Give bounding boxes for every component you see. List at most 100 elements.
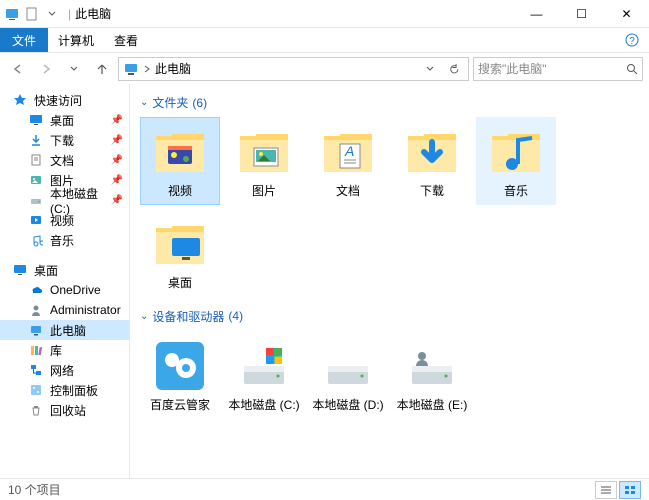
view-buttons: [595, 481, 641, 499]
item-label: 本地磁盘 (E:): [397, 398, 468, 412]
statusbar: 10 个项目: [0, 478, 649, 500]
drive-icon: [320, 338, 376, 394]
item-drive[interactable]: 本地磁盘 (D:): [308, 331, 388, 419]
chevron-right-icon: [143, 65, 151, 73]
group-drives-header[interactable]: ⌄ 设备和驱动器 (4): [140, 308, 639, 325]
sidebar-item-recycle[interactable]: 回收站: [0, 400, 129, 420]
sidebar-item-videos[interactable]: 视频: [0, 210, 129, 230]
maximize-button[interactable]: ☐: [559, 0, 604, 28]
window-controls: — ☐ ✕: [514, 0, 649, 28]
pin-icon: 📌: [111, 115, 123, 126]
libraries-icon: [28, 342, 44, 358]
item-label: 文档: [336, 184, 360, 198]
minimize-button[interactable]: —: [514, 0, 559, 28]
drive-grid: 百度云管家 本地磁盘 (C:) 本地磁盘 (D:) 本地磁盘 (E:): [140, 331, 639, 419]
recent-dropdown[interactable]: [62, 57, 86, 81]
help-button[interactable]: ?: [615, 28, 649, 52]
thispc-icon: [123, 61, 139, 77]
details-view-button[interactable]: [595, 481, 617, 499]
drive-c-icon: [236, 338, 292, 394]
thispc-icon: [28, 322, 44, 338]
item-label: 桌面: [168, 276, 192, 290]
separator: |: [68, 7, 71, 21]
group-count: (6): [192, 96, 207, 110]
sidebar-item-user[interactable]: Administrator: [0, 300, 129, 320]
sidebar-item-control[interactable]: 控制面板: [0, 380, 129, 400]
search-placeholder: 搜索"此电脑": [478, 60, 547, 77]
folder-grid: 视频图片 A 文档 下载音乐桌面: [140, 117, 639, 298]
svg-text:A: A: [344, 143, 354, 159]
sidebar-item-downloads[interactable]: 下载📌: [0, 130, 129, 150]
sidebar-item-label: 回收站: [50, 402, 86, 419]
item-baiduyun[interactable]: 百度云管家: [140, 331, 220, 419]
sidebar-item-libraries[interactable]: 库: [0, 340, 129, 360]
sidebar-item-documents[interactable]: 文档 📌: [0, 150, 129, 170]
back-button[interactable]: [6, 57, 30, 81]
videos-icon: [28, 212, 44, 228]
group-folders-header[interactable]: ⌄ 文件夹 (6): [140, 94, 639, 111]
sidebar-quick-access[interactable]: 快速访问: [0, 90, 129, 110]
file-tab[interactable]: 文件: [0, 28, 48, 52]
desktop-icon: [28, 112, 44, 128]
item-folder-pictures[interactable]: 图片: [224, 117, 304, 205]
search-box[interactable]: 搜索"此电脑": [473, 57, 643, 81]
downloads-icon: [28, 132, 44, 148]
refresh-button[interactable]: [444, 59, 464, 79]
sidebar-item-label: 桌面: [50, 112, 74, 129]
item-folder-desktop[interactable]: 桌面: [140, 209, 220, 297]
folder-videos-icon: [152, 124, 208, 180]
sidebar: 快速访问 桌面📌下载📌文档📌图片📌本地磁盘 (C:)📌视频音乐 桌面 OneDr…: [0, 84, 130, 478]
item-drive-c[interactable]: 本地磁盘 (C:): [224, 331, 304, 419]
baiduyun-icon: [152, 338, 208, 394]
item-folder-videos[interactable]: 视频: [140, 117, 220, 205]
sidebar-desktop[interactable]: 桌面: [0, 260, 129, 280]
sidebar-item-label: 控制面板: [50, 382, 98, 399]
item-folder-documents[interactable]: A 文档: [308, 117, 388, 205]
folder-documents-icon: A: [320, 124, 376, 180]
folder-music-icon: [488, 124, 544, 180]
content-pane: ⌄ 文件夹 (6) 视频图片 A 文档 下载音乐桌面 ⌄ 设备和驱动器 (4) 百度云…: [130, 84, 649, 478]
pictures-icon: [28, 172, 44, 188]
folder-desktop-icon: [152, 216, 208, 272]
sidebar-item-thispc[interactable]: 此电脑: [0, 320, 129, 340]
close-button[interactable]: ✕: [604, 0, 649, 28]
new-doc-icon[interactable]: [24, 6, 40, 22]
breadcrumb[interactable]: 此电脑: [155, 60, 191, 77]
address-box[interactable]: 此电脑: [118, 57, 469, 81]
recycle-icon: [28, 402, 44, 418]
item-folder-music[interactable]: 音乐: [476, 117, 556, 205]
pin-icon: 📌: [111, 155, 123, 166]
icons-view-button[interactable]: [619, 481, 641, 499]
sidebar-item-label: 网络: [50, 362, 74, 379]
item-drive-user[interactable]: 本地磁盘 (E:): [392, 331, 472, 419]
menu-view[interactable]: 查看: [104, 28, 148, 52]
onedrive-icon: [28, 282, 44, 298]
sidebar-item-label: 视频: [50, 212, 74, 229]
sidebar-item-label: 文档: [50, 152, 74, 169]
address-dropdown[interactable]: [420, 59, 440, 79]
search-icon: [626, 63, 638, 75]
item-label: 本地磁盘 (C:): [228, 398, 299, 412]
network-icon: [28, 362, 44, 378]
pin-icon: 📌: [111, 195, 123, 206]
sidebar-item-onedrive[interactable]: OneDrive: [0, 280, 129, 300]
sidebar-item-desktop[interactable]: 桌面 📌: [0, 110, 129, 130]
address-bar: 此电脑 搜索"此电脑": [0, 52, 649, 84]
group-label: 文件夹: [152, 94, 188, 111]
item-label: 百度云管家: [150, 398, 210, 412]
drive-icon: [28, 192, 44, 208]
sidebar-item-network[interactable]: 网络: [0, 360, 129, 380]
titlebar: | 此电脑 — ☐ ✕: [0, 0, 649, 28]
dropdown-icon[interactable]: [44, 6, 60, 22]
up-button[interactable]: [90, 57, 114, 81]
sidebar-item-drive[interactable]: 本地磁盘 (C:)📌: [0, 190, 129, 210]
sidebar-item-label: 库: [50, 342, 62, 359]
item-folder-downloads[interactable]: 下载: [392, 117, 472, 205]
forward-button[interactable]: [34, 57, 58, 81]
sidebar-item-music[interactable]: 音乐: [0, 230, 129, 250]
item-label: 图片: [252, 184, 276, 198]
sidebar-desktop-group: 桌面 OneDrive Administrator此电脑库网络控制面板回收站: [0, 260, 129, 420]
menu-computer[interactable]: 计算机: [48, 28, 104, 52]
sidebar-item-label: OneDrive: [50, 283, 101, 297]
window-title: 此电脑: [75, 5, 111, 22]
